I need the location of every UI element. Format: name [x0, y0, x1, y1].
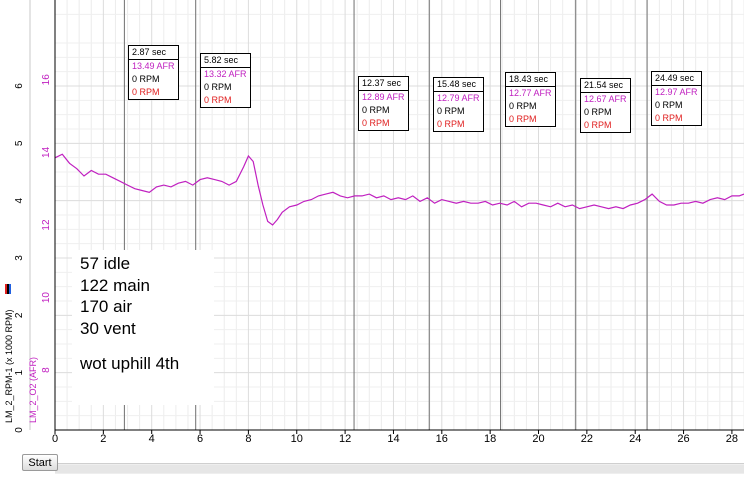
x-tick-label: 22 [581, 433, 593, 445]
readout-rpm-red: 0 RPM [655, 113, 683, 123]
x-tick-label: 24 [629, 433, 641, 445]
cursor-readout: 18.43 sec 12.77 AFR 0 RPM 0 RPM [505, 72, 556, 127]
cursor-readout: 2.87 sec 13.49 AFR 0 RPM 0 RPM [128, 45, 179, 100]
horizontal-scrollbar[interactable] [55, 463, 744, 474]
readout-afr: 12.77 AFR [509, 88, 552, 98]
x-tick-label: 12 [339, 433, 351, 445]
annotation-line: 122 main [80, 275, 150, 295]
y-axis-labels: LM_2_RPM-1 (x 1000 RPM) LM_2_O2 (AFR) [0, 260, 40, 440]
cursor-readout: 5.82 sec 13.32 AFR 0 RPM 0 RPM [200, 53, 251, 108]
x-tick-label: 2 [100, 433, 106, 445]
readout-time: 15.48 sec [434, 78, 483, 92]
y-axis-label-rpm: LM_2_RPM-1 (x 1000 RPM) [4, 309, 14, 423]
cursor-readout: 12.37 sec 12.89 AFR 0 RPM 0 RPM [358, 76, 409, 131]
readout-rpm-red: 0 RPM [437, 119, 465, 129]
series-layer [54, 153, 744, 226]
readout-afr: 13.49 AFR [132, 61, 175, 71]
x-tick-label: 4 [149, 433, 155, 445]
x-tick-label: 20 [532, 433, 544, 445]
x-tick-label: 10 [291, 433, 303, 445]
readout-time: 21.54 sec [581, 79, 630, 93]
x-tick-label: 14 [387, 433, 399, 445]
x-tick-label: 28 [726, 433, 738, 445]
readout-afr: 12.79 AFR [437, 93, 480, 103]
readout-time: 24.49 sec [652, 72, 701, 86]
annotation-line: 30 vent [80, 318, 136, 338]
readout-afr: 13.32 AFR [204, 69, 247, 79]
readout-time: 5.82 sec [201, 54, 250, 68]
x-tick-label: 18 [484, 433, 496, 445]
x-tick-label: 16 [436, 433, 448, 445]
readout-rpm-red: 0 RPM [509, 114, 537, 124]
x-tick-label: 0 [52, 433, 58, 445]
readout-rpm: 0 RPM [655, 100, 683, 110]
y-axis-label-afr: LM_2_O2 (AFR) [28, 356, 38, 423]
readout-rpm: 0 RPM [132, 74, 160, 84]
afr-tick-label: 16 [41, 74, 52, 86]
afr-series-line [54, 153, 744, 226]
readout-rpm: 0 RPM [584, 107, 612, 117]
chart-root: 0 2 4 6 8 10 12 14 16 18 20 22 24 26 28 0 1 2 3 4 5 6 8 10 12 14 1… [0, 0, 744, 481]
readout-rpm: 0 RPM [362, 105, 390, 115]
readout-rpm-red: 0 RPM [132, 87, 160, 97]
readout-rpm: 0 RPM [204, 82, 232, 92]
chart-svg: 0 2 4 6 8 10 12 14 16 18 20 22 24 26 28012345681012141… [14, 0, 744, 445]
start-button[interactable]: Start [22, 454, 58, 471]
readout-time: 18.43 sec [506, 73, 555, 87]
rpm-tick-label: 5 [14, 140, 25, 146]
afr-tick-label: 10 [41, 292, 52, 304]
afr-tick-label: 8 [41, 367, 52, 373]
rpm-tick-label: 4 [14, 197, 25, 203]
x-tick-label: 8 [245, 433, 251, 445]
afr-tick-label: 14 [41, 146, 52, 158]
afr-tick-label: 12 [41, 219, 52, 231]
readout-time: 12.37 sec [359, 77, 408, 91]
readout-rpm-red: 0 RPM [362, 118, 390, 128]
readout-rpm: 0 RPM [509, 101, 537, 111]
readout-time: 2.87 sec [129, 46, 178, 60]
annotation-line: wot uphill 4th [80, 354, 180, 373]
rpm-tick-label: 6 [14, 83, 25, 89]
annotation-line: 170 air [80, 297, 132, 316]
annotation-notes: 57 idle 122 main 170 air 30 vent wot uph… [72, 250, 214, 405]
scrollbar-thumb[interactable] [55, 465, 744, 473]
readout-afr: 12.67 AFR [584, 94, 627, 104]
cursor-readout: 15.48 sec 12.79 AFR 0 RPM 0 RPM [433, 77, 484, 132]
x-tick-label: 26 [677, 433, 689, 445]
readout-afr: 12.97 AFR [655, 87, 698, 97]
readout-rpm-red: 0 RPM [584, 120, 612, 130]
readout-afr: 12.89 AFR [362, 92, 405, 102]
annotation-spacer [80, 339, 214, 353]
readout-rpm-red: 0 RPM [204, 95, 232, 105]
annotation-line: 57 idle [80, 254, 131, 273]
x-tick-label: 6 [197, 433, 203, 445]
cursor-readout: 21.54 sec 12.67 AFR 0 RPM 0 RPM [580, 78, 631, 133]
cursor-readout: 24.49 sec 12.97 AFR 0 RPM 0 RPM [651, 71, 702, 126]
readout-rpm: 0 RPM [437, 106, 465, 116]
